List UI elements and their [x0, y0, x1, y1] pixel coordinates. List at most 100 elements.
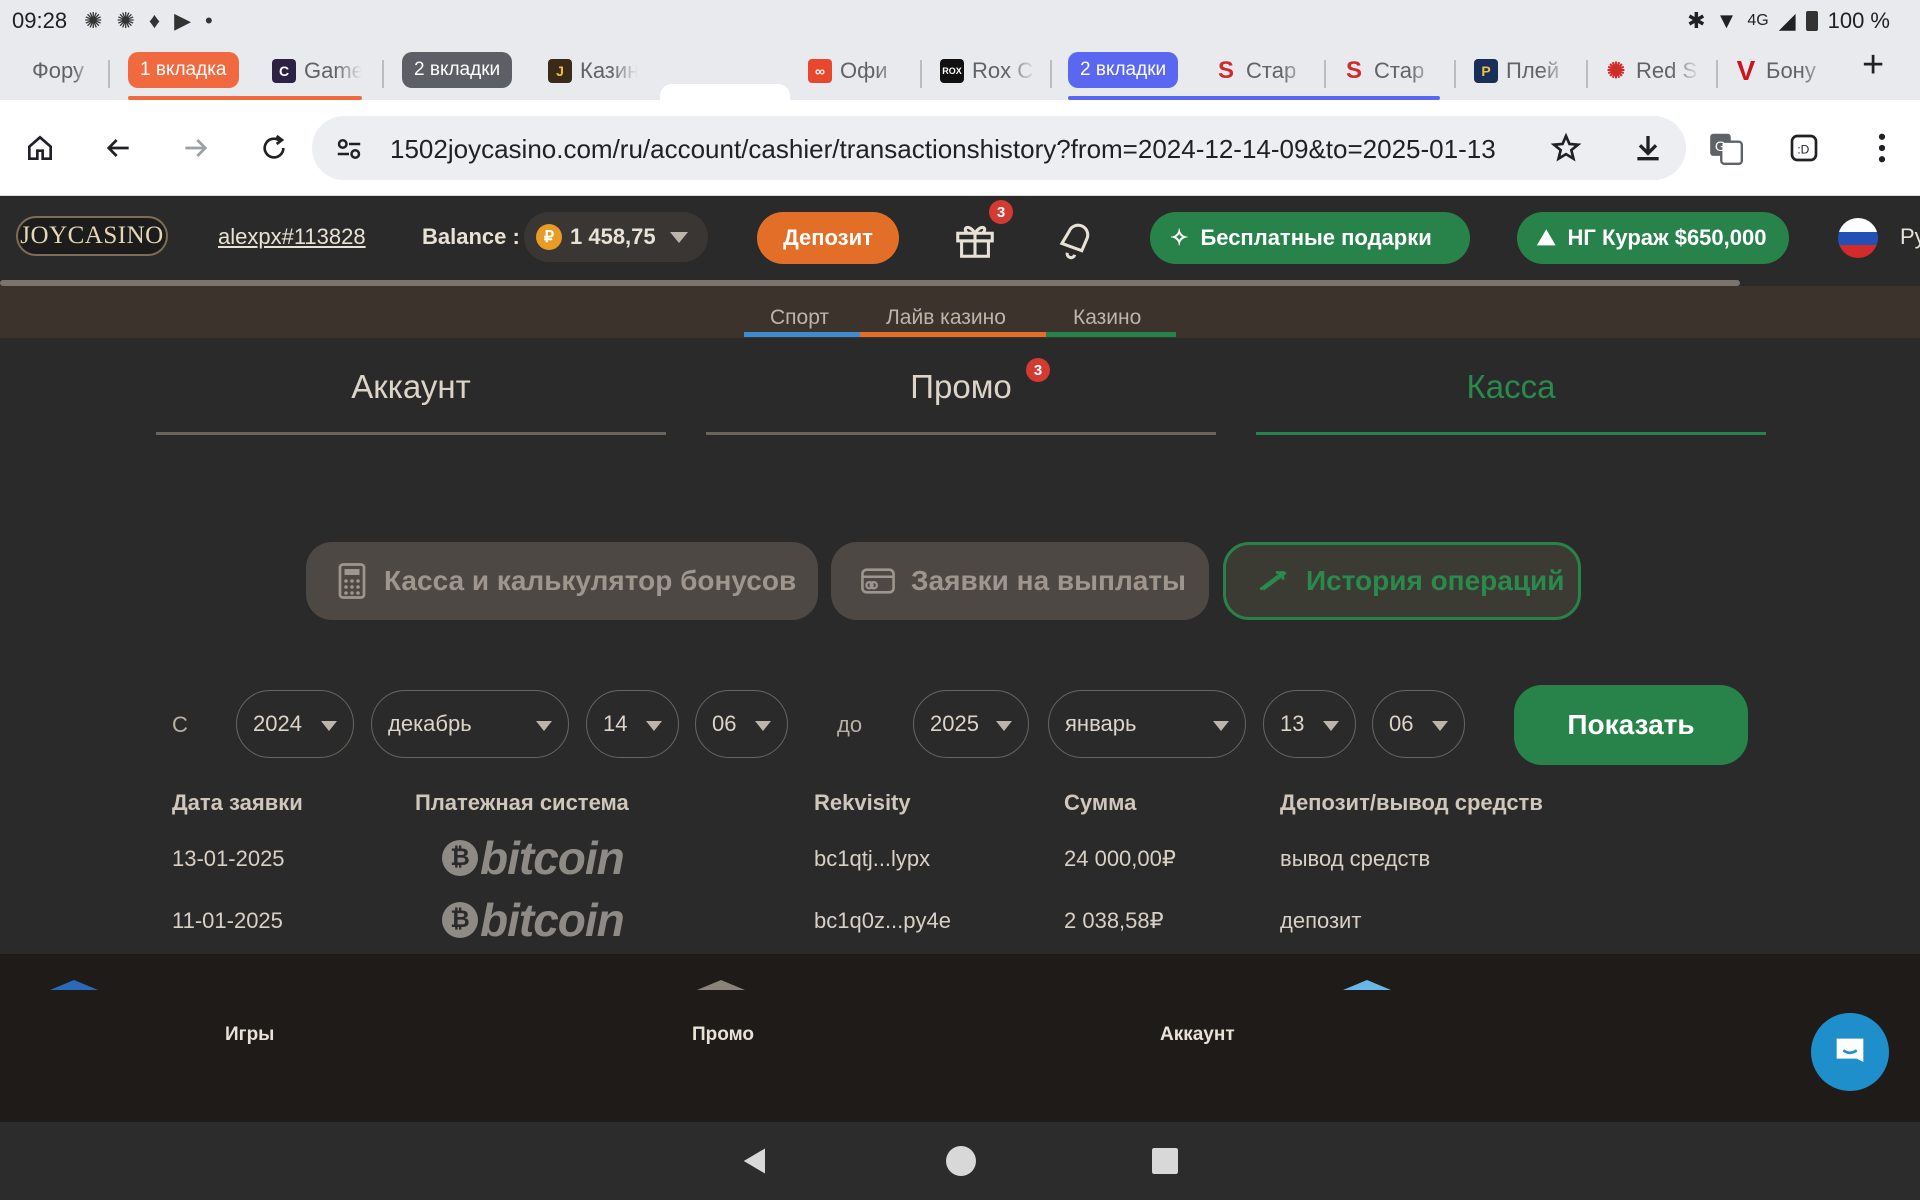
to-day-select[interactable]: 13 [1263, 690, 1356, 758]
translate-icon[interactable]: G [1702, 124, 1750, 172]
username-link[interactable]: alexpx#113828 [218, 224, 366, 250]
bitcoin-logo: ₿ bitcoin [442, 832, 625, 884]
tab-rox[interactable]: ROX Rox C [940, 50, 1036, 92]
joycasino-logo[interactable]: JOYCASINO [16, 216, 168, 256]
nav-sport[interactable]: Спорт [770, 306, 829, 330]
col-header-requisites: Rekvisity [814, 790, 911, 815]
bitcoin-logo: ₿ bitcoin [442, 894, 625, 946]
bell-icon[interactable] [1052, 216, 1098, 267]
promo-pill-button[interactable]: ⛰ НГ Кураж $650,000 [1517, 212, 1789, 264]
nav-casino[interactable]: Казино [1073, 306, 1141, 330]
history-arrows-icon [1259, 571, 1287, 591]
from-day-value: 14 [603, 711, 628, 736]
from-label: С [172, 712, 188, 737]
tab-favicon-icon: V [1736, 55, 1756, 86]
tab-casino[interactable]: J Казин [548, 50, 638, 92]
wallet-icon [861, 568, 895, 594]
address-bar[interactable]: 1502joycasino.com/ru/account/cashier/tra… [312, 116, 1686, 180]
tab-divider [1716, 60, 1718, 88]
tab-divider [1454, 60, 1456, 88]
more-notifications-icon: • [205, 8, 213, 33]
gift-icon[interactable] [952, 216, 998, 267]
bookmark-star-icon[interactable] [1550, 132, 1582, 169]
show-button[interactable]: Показать [1514, 685, 1748, 765]
to-month-select[interactable]: январь [1048, 690, 1246, 758]
android-back-icon[interactable] [740, 1146, 770, 1176]
to-hour-select[interactable]: 06 [1372, 690, 1465, 758]
android-home-icon[interactable] [946, 1146, 976, 1176]
balance-dropdown[interactable]: ₽ 1 458,75 [524, 212, 708, 262]
language-label[interactable]: Ру [1900, 224, 1920, 250]
from-month-select[interactable]: декабрь [371, 690, 569, 758]
to-year-select[interactable]: 2025 [913, 690, 1029, 758]
tab-group-1[interactable]: 1 вкладка [128, 52, 239, 88]
tab-divider [920, 60, 922, 88]
tab-bonus[interactable]: V Бону [1734, 50, 1830, 92]
from-day-select[interactable]: 14 [586, 690, 679, 758]
free-gifts-button[interactable]: ✧ Бесплатные подарки [1150, 212, 1470, 264]
deposit-button[interactable]: Депозит [757, 212, 899, 264]
bluetooth-icon: ✱ [1687, 8, 1706, 33]
row-requisites: bc1q0z...py4e [814, 908, 951, 933]
ruble-coin-icon: ₽ [536, 224, 562, 250]
cashier-calculator-button[interactable]: Касса и калькулятор бонусов [306, 542, 818, 620]
withdrawals-label: Заявки на выплаты [911, 565, 1186, 596]
back-icon[interactable] [94, 124, 142, 172]
russian-flag-icon[interactable] [1838, 218, 1878, 258]
tab-divider [1324, 60, 1326, 88]
tab-star-2[interactable]: S Стар [1342, 50, 1438, 92]
extension-icon[interactable]: :D [1780, 124, 1828, 172]
cashier-calculator-label: Касса и калькулятор бонусов [384, 565, 797, 596]
from-hour-select[interactable]: 06 [695, 690, 788, 758]
chat-support-button[interactable] [1811, 1013, 1889, 1091]
casino-underline [1046, 332, 1176, 337]
tree-icon: ⛰ [1537, 225, 1556, 250]
from-year-select[interactable]: 2024 [236, 690, 354, 758]
tab-game[interactable]: C Game [272, 50, 362, 92]
tab-cashier[interactable]: Касса [1256, 368, 1766, 406]
bottom-nav-promo[interactable]: Промо [692, 1024, 754, 1046]
tab-account[interactable]: Аккаунт [156, 368, 666, 406]
tab-group-label: 2 вкладки [1080, 59, 1167, 80]
row-type: вывод средств [1280, 846, 1431, 871]
menu-kebab-icon[interactable] [1858, 124, 1906, 172]
col-header-date: Дата заявки [172, 790, 303, 815]
new-tab-icon[interactable]: + [1862, 44, 1884, 87]
promo-pill-label: НГ Кураж $650,000 [1567, 225, 1767, 250]
row-requisites: bc1qtj...lypx [814, 846, 931, 871]
home-icon[interactable] [16, 124, 64, 172]
tab-forum[interactable]: Фору [32, 50, 92, 92]
tab-play[interactable]: P Плей [1474, 50, 1570, 92]
from-month-value: декабрь [388, 711, 472, 736]
reload-icon[interactable] [250, 124, 298, 172]
tab-label: Rox C [972, 58, 1034, 83]
download-icon[interactable] [1624, 124, 1672, 172]
chevron-down-icon [996, 721, 1012, 731]
history-button[interactable]: История операций [1223, 542, 1581, 620]
tab-group-label: 2 вкладки [414, 59, 501, 80]
tab-label: Стар [1374, 58, 1425, 83]
notification-icons: ✺ ✺ ♦ ▶ • [84, 8, 213, 34]
system-icons: ✱ ▼ 4G ◢ 100 % [1687, 8, 1890, 34]
chevron-down-icon [321, 721, 337, 731]
tab-group-2[interactable]: 2 вкладки [402, 52, 513, 88]
android-recents-icon[interactable] [1152, 1148, 1178, 1174]
site-settings-icon[interactable] [334, 134, 364, 169]
chevron-down-icon [1432, 721, 1448, 731]
tab-red[interactable]: ✺ Red S [1604, 50, 1700, 92]
status-bar: 09:28 ✺ ✺ ♦ ▶ • ✱ ▼ 4G ◢ 100 % [0, 0, 1920, 40]
forward-icon[interactable] [172, 124, 220, 172]
bottom-nav-account[interactable]: Аккаунт [1160, 1024, 1235, 1046]
chevron-down-icon [536, 721, 552, 731]
withdrawals-button[interactable]: Заявки на выплаты [831, 542, 1209, 620]
bottom-nav-games[interactable]: Игры [225, 1024, 274, 1046]
tab-official[interactable]: ∞ Офи [808, 50, 904, 92]
nav-live-casino[interactable]: Лайв казино [886, 306, 1006, 330]
tab-star-1[interactable]: S Стар [1214, 50, 1310, 92]
tab-group-3[interactable]: 2 вкладки [1068, 52, 1179, 88]
chevron-down-icon [1213, 721, 1229, 731]
gift-tag-icon: ✧ [1170, 225, 1189, 250]
url-text[interactable]: 1502joycasino.com/ru/account/cashier/tra… [390, 134, 1550, 165]
sport-underline [744, 332, 860, 337]
tab-promo[interactable]: Промо [706, 368, 1216, 406]
